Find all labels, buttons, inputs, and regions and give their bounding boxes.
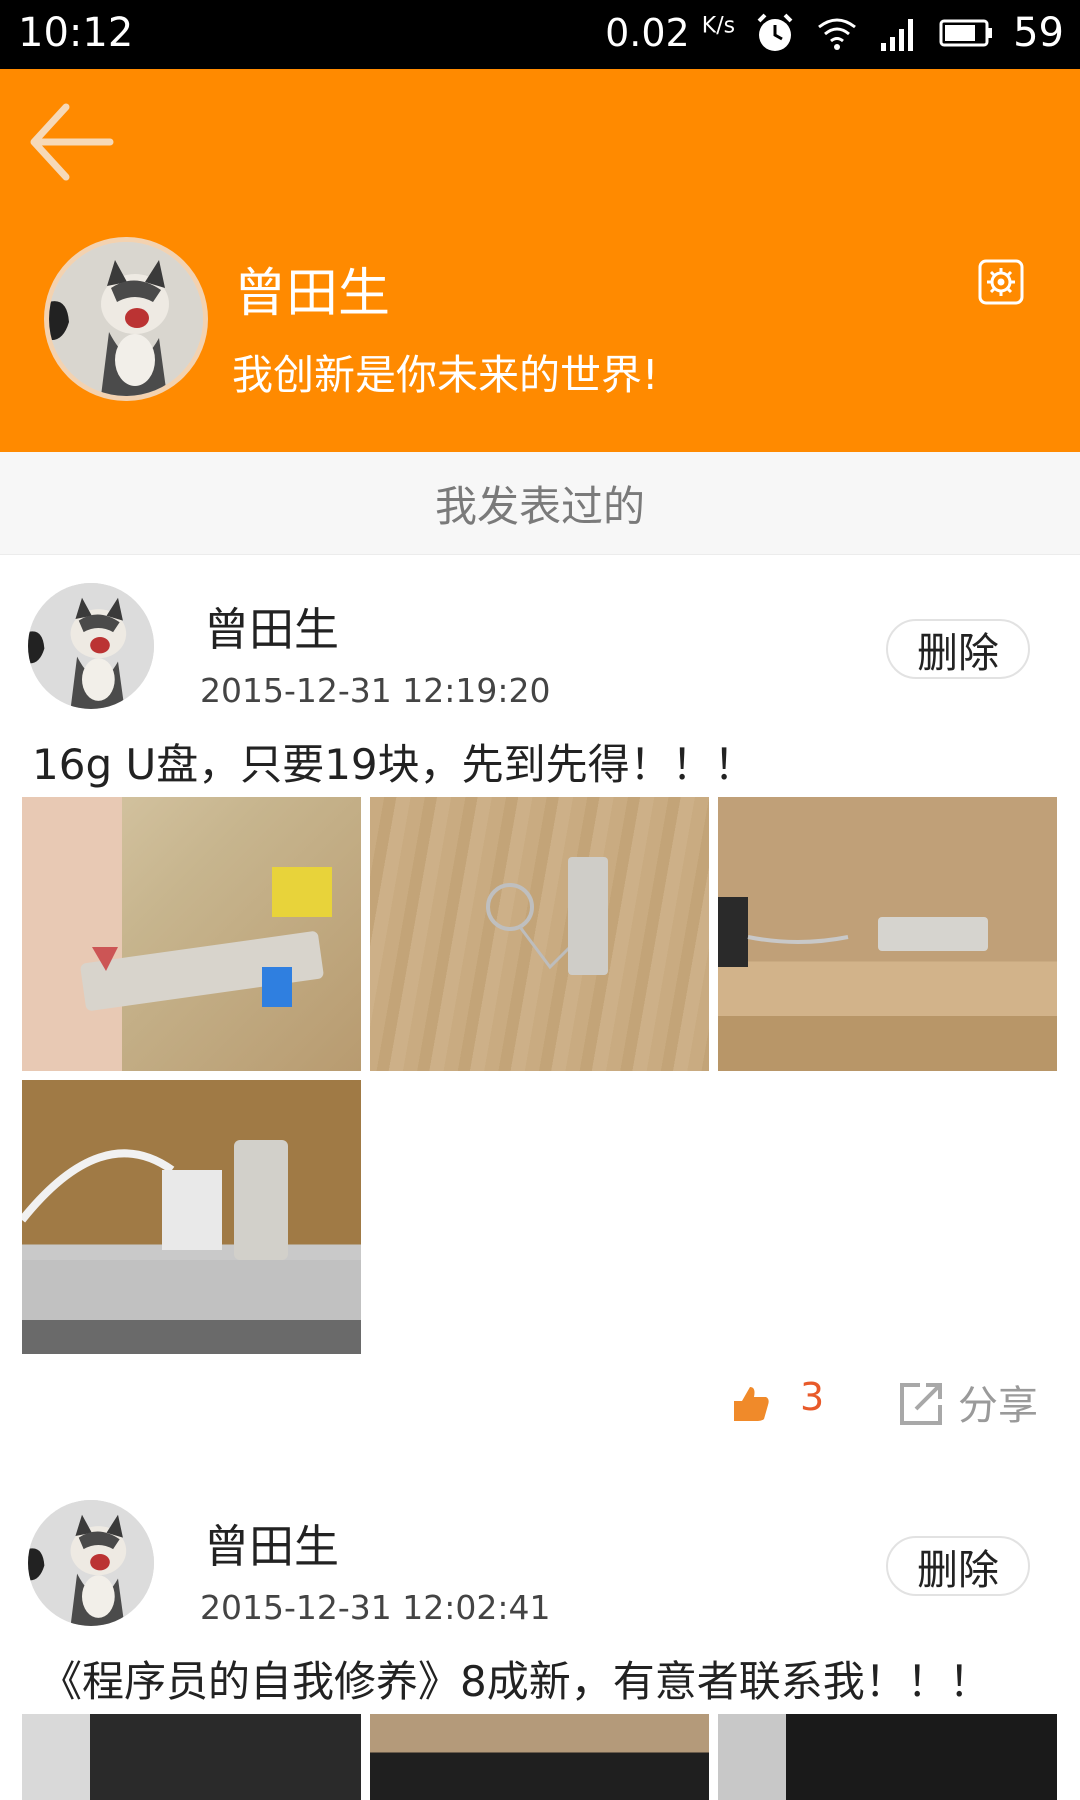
post-photo[interactable] bbox=[718, 1714, 1057, 1800]
post-photo[interactable] bbox=[370, 797, 709, 1071]
back-button[interactable] bbox=[26, 97, 116, 187]
usb-drive-photo bbox=[22, 1140, 361, 1354]
like-count: 3 bbox=[800, 1375, 825, 1419]
usb-drive-photo bbox=[22, 797, 332, 1071]
husky-avatar-image bbox=[28, 583, 154, 709]
usb-drive-photo bbox=[718, 897, 988, 967]
battery-level: 59 bbox=[1013, 10, 1064, 56]
profile-avatar[interactable] bbox=[44, 237, 208, 401]
husky-avatar-image bbox=[28, 1500, 154, 1626]
wifi-icon bbox=[818, 18, 857, 50]
share-button[interactable] bbox=[896, 1377, 948, 1429]
delete-button[interactable]: 删除 bbox=[886, 1536, 1030, 1596]
post-author: 曾田生 bbox=[204, 603, 340, 656]
post-photo[interactable] bbox=[22, 1080, 361, 1354]
husky-avatar-image bbox=[49, 242, 203, 396]
post-avatar[interactable] bbox=[28, 1500, 154, 1626]
gear-icon bbox=[987, 268, 1015, 296]
status-bar: 10:12 0.02 K/s 59 bbox=[0, 0, 1080, 69]
post-author: 曾田生 bbox=[204, 1520, 340, 1573]
delete-button[interactable]: 删除 bbox=[886, 619, 1030, 679]
usb-drive-photo bbox=[486, 857, 608, 975]
signal-icon bbox=[881, 19, 914, 51]
settings-button[interactable] bbox=[978, 259, 1024, 305]
status-right: 0.02 K/s 59 bbox=[605, 10, 1064, 56]
post-photo[interactable] bbox=[22, 797, 361, 1071]
share-icon bbox=[900, 1383, 942, 1425]
post-photo[interactable] bbox=[22, 1714, 361, 1800]
profile-motto: 我创新是你未来的世界! bbox=[232, 351, 659, 399]
post-text: 《程序员的自我修养》8成新，有意者联系我！！！ bbox=[40, 1657, 991, 1706]
alarm-icon bbox=[757, 13, 793, 51]
post-avatar[interactable] bbox=[28, 583, 154, 709]
post-actions: 3 分享 bbox=[0, 1371, 1080, 1441]
like-button[interactable] bbox=[730, 1383, 770, 1423]
network-speed: 0.02 K/s bbox=[605, 11, 735, 55]
section-title-bar: 我发表过的 bbox=[0, 452, 1080, 555]
post-photo[interactable] bbox=[718, 797, 1057, 1071]
profile-name: 曾田生 bbox=[234, 264, 391, 324]
battery-icon bbox=[939, 19, 993, 47]
post-time: 2015-12-31 12:19:20 bbox=[200, 671, 551, 710]
share-label[interactable]: 分享 bbox=[958, 1373, 1038, 1431]
profile-header: 曾田生 我创新是你未来的世界! bbox=[0, 69, 1080, 452]
post-photo[interactable] bbox=[370, 1714, 709, 1800]
network-speed-unit: K/s bbox=[701, 13, 736, 39]
post-card[interactable]: 曾田生 2015-12-31 12:02:41 删除 《程序员的自我修养》8成新… bbox=[0, 1472, 1080, 1800]
post-text: 16g U盘，只要19块，先到先得！！！ bbox=[32, 740, 756, 789]
network-speed-value: 0.02 bbox=[605, 11, 690, 55]
post-time: 2015-12-31 12:02:41 bbox=[200, 1588, 551, 1627]
post-card[interactable]: 曾田生 2015-12-31 12:19:20 删除 16g U盘，只要19块，… bbox=[0, 555, 1080, 1429]
thumbs-up-icon bbox=[734, 1387, 769, 1421]
section-title: 我发表过的 bbox=[434, 481, 645, 531]
arrow-left-icon bbox=[30, 103, 114, 181]
status-time: 10:12 bbox=[18, 10, 134, 56]
